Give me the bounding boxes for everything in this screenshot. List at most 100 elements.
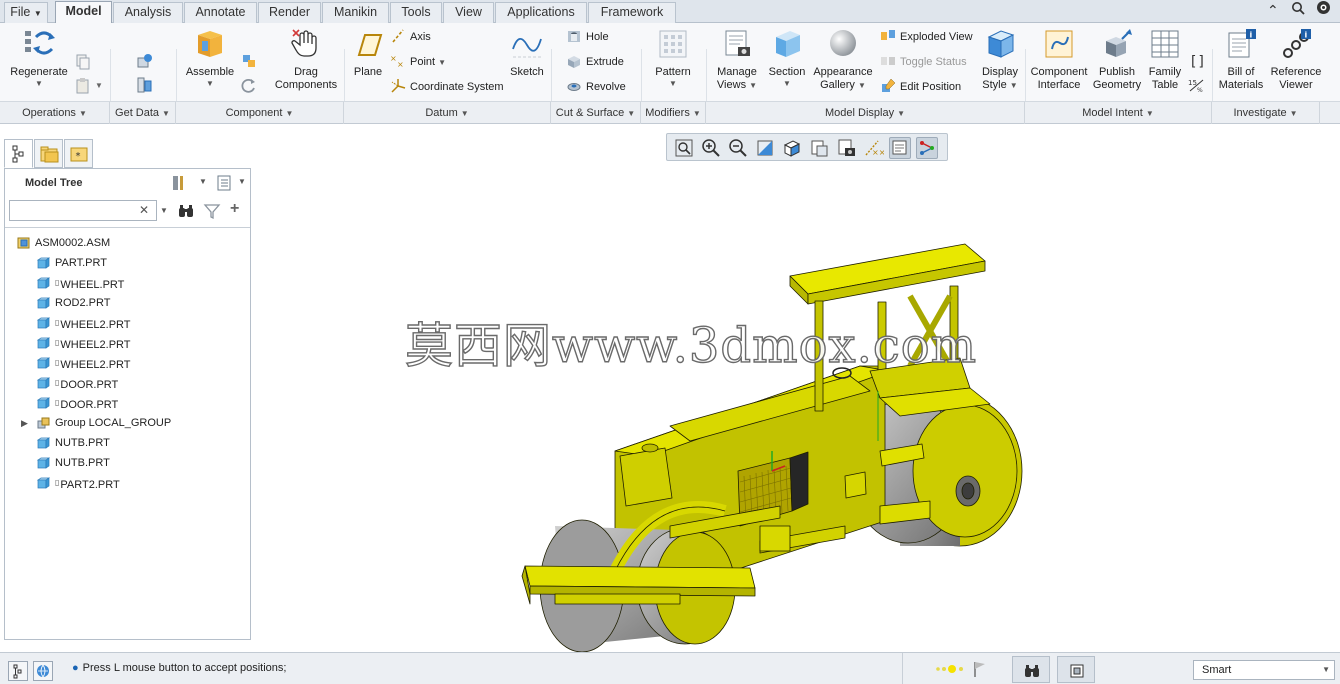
spin-center-button[interactable] bbox=[916, 137, 938, 159]
graphics-window[interactable] bbox=[260, 126, 1340, 653]
group-investigate[interactable]: Investigate ▼ bbox=[1212, 102, 1320, 124]
tree-item[interactable]: PART.PRT bbox=[5, 253, 250, 273]
toggle-status-button[interactable]: Toggle Status bbox=[880, 53, 967, 71]
tab-framework[interactable]: Framework bbox=[588, 2, 676, 23]
filter-icon[interactable] bbox=[203, 202, 221, 220]
clear-search-icon[interactable]: ✕ bbox=[139, 203, 149, 217]
group-operations[interactable]: Operations ▼ bbox=[0, 102, 110, 124]
tree-item[interactable]: ▯WHEEL2.PRT bbox=[5, 353, 250, 373]
revolve-button[interactable]: Revolve bbox=[566, 78, 626, 96]
group-modifiers[interactable]: Modifiers ▼ bbox=[641, 102, 706, 124]
tree-item[interactable]: ▯WHEEL2.PRT bbox=[5, 313, 250, 333]
find-button[interactable] bbox=[1012, 656, 1050, 683]
chevron-down-icon[interactable]: ▼ bbox=[238, 177, 246, 186]
repaint-button[interactable] bbox=[754, 137, 776, 159]
tab-render[interactable]: Render bbox=[258, 2, 321, 23]
component-interface-button[interactable]: Component Interface bbox=[1028, 27, 1090, 92]
perspective-view-button[interactable] bbox=[835, 137, 857, 159]
point-button[interactable]: × × Point ▼ bbox=[390, 53, 446, 71]
tab-folder-browser[interactable] bbox=[34, 139, 63, 168]
group-cut-surface[interactable]: Cut & Surface ▼ bbox=[551, 102, 641, 124]
tree-item[interactable]: ▶ Group LOCAL_GROUP bbox=[5, 413, 250, 433]
tree-item[interactable]: ▯DOOR.PRT bbox=[5, 393, 250, 413]
tree-item[interactable]: ROD2.PRT bbox=[5, 293, 250, 313]
tree-item[interactable]: ▯WHEEL2.PRT bbox=[5, 333, 250, 353]
reference-viewer-button[interactable]: i Reference Viewer bbox=[1268, 27, 1324, 92]
edit-position-button[interactable]: Edit Position bbox=[880, 78, 961, 96]
user-defined-feature-icon[interactable] bbox=[136, 52, 154, 70]
display-style-button[interactable]: Display Style ▼ bbox=[978, 27, 1022, 92]
refit-button[interactable] bbox=[673, 137, 695, 159]
chevron-down-icon[interactable]: ▼ bbox=[160, 206, 168, 215]
exploded-view-button[interactable]: Exploded View bbox=[880, 28, 973, 46]
parameters-icon[interactable]: 15% bbox=[1188, 76, 1206, 94]
tree-item[interactable]: ▯WHEEL.PRT bbox=[5, 273, 250, 293]
tree-item[interactable]: NUTB.PRT bbox=[5, 453, 250, 473]
tree-search-input[interactable] bbox=[9, 200, 157, 221]
show-columns-icon[interactable] bbox=[215, 174, 233, 192]
tree-item[interactable]: ▯PART2.PRT bbox=[5, 473, 250, 493]
axis-button[interactable]: Axis bbox=[390, 28, 431, 46]
family-table-button[interactable]: Family Table bbox=[1145, 27, 1185, 92]
assemble-button[interactable]: Assemble ▼ bbox=[184, 27, 236, 88]
component-interface-label-1: Component bbox=[1030, 66, 1088, 78]
road-roller-model[interactable] bbox=[260, 126, 1340, 653]
paste-icon[interactable] bbox=[74, 77, 92, 95]
toggle-browser-button[interactable] bbox=[33, 661, 53, 681]
find-binoculars-icon[interactable] bbox=[177, 202, 195, 220]
regenerate-button[interactable]: Regenerate ▼ bbox=[8, 27, 70, 88]
plane-button[interactable]: Plane bbox=[348, 27, 388, 79]
tree-item[interactable]: ▯DOOR.PRT bbox=[5, 373, 250, 393]
group-component[interactable]: Component ▼ bbox=[176, 102, 344, 124]
section-button[interactable]: Section ▼ bbox=[765, 27, 809, 88]
tree-item[interactable]: ASM0002.ASM bbox=[5, 233, 250, 253]
group-model-intent[interactable]: Model Intent ▼ bbox=[1025, 102, 1212, 124]
tab-analysis[interactable]: Analysis bbox=[113, 2, 183, 23]
manage-views-button[interactable]: Manage Views ▼ bbox=[712, 27, 762, 92]
pattern-button[interactable]: Pattern ▼ bbox=[650, 27, 696, 88]
group-datum[interactable]: Datum ▼ bbox=[344, 102, 551, 124]
publish-geometry-button[interactable]: Publish Geometry bbox=[1092, 27, 1142, 92]
toggle-navigator-button[interactable] bbox=[8, 661, 28, 681]
component-operations-icon[interactable] bbox=[240, 52, 258, 70]
repeat-icon[interactable] bbox=[240, 77, 258, 95]
tab-favorites[interactable]: * bbox=[64, 139, 93, 168]
appearance-gallery-button[interactable]: Appearance Gallery ▼ bbox=[810, 27, 876, 92]
extrude-button[interactable]: Extrude bbox=[566, 53, 624, 71]
annotation-display-button[interactable] bbox=[889, 137, 911, 159]
group-get-data[interactable]: Get Data ▼ bbox=[110, 102, 176, 124]
tree-item[interactable]: NUTB.PRT bbox=[5, 433, 250, 453]
relations-icon[interactable]: [] bbox=[1188, 52, 1206, 70]
collapse-ribbon-icon[interactable]: ⌃ bbox=[1264, 3, 1282, 19]
chevron-down-icon[interactable]: ▼ bbox=[199, 177, 207, 186]
tab-tools[interactable]: Tools bbox=[390, 2, 442, 23]
tab-applications[interactable]: Applications bbox=[495, 2, 587, 23]
copy-icon[interactable] bbox=[74, 53, 92, 71]
sketch-button[interactable]: Sketch bbox=[506, 27, 548, 79]
zoom-in-button[interactable] bbox=[700, 137, 722, 159]
copy-geometry-icon[interactable] bbox=[136, 76, 154, 94]
bill-of-materials-button[interactable]: i Bill of Materials bbox=[1216, 27, 1266, 92]
flag-icon[interactable] bbox=[972, 660, 988, 678]
zoom-out-button[interactable] bbox=[727, 137, 749, 159]
expand-arrow-icon[interactable]: ▶ bbox=[21, 413, 28, 433]
group-model-display[interactable]: Model Display ▼ bbox=[706, 102, 1025, 124]
tree-settings-icon[interactable] bbox=[170, 174, 188, 192]
search-icon[interactable] bbox=[1289, 1, 1307, 17]
coordinate-system-button[interactable]: Coordinate System bbox=[390, 78, 504, 96]
tab-model-tree[interactable] bbox=[4, 139, 33, 168]
tab-model[interactable]: Model bbox=[55, 1, 112, 23]
tab-annotate[interactable]: Annotate bbox=[184, 2, 257, 23]
selection-filter-button[interactable] bbox=[1057, 656, 1095, 683]
datum-display-button[interactable]: ×× bbox=[862, 137, 885, 159]
hole-button[interactable]: Hole bbox=[566, 28, 609, 46]
view-manager-button[interactable] bbox=[808, 137, 830, 159]
tab-manikin[interactable]: Manikin bbox=[322, 2, 389, 23]
tab-file[interactable]: File ▼ bbox=[4, 2, 48, 23]
add-icon[interactable]: + bbox=[230, 200, 239, 218]
tab-view[interactable]: View bbox=[443, 2, 494, 23]
saved-orientations-button[interactable] bbox=[781, 137, 803, 159]
selection-filter-dropdown[interactable]: Smart ▼ bbox=[1193, 660, 1335, 680]
drag-components-button[interactable]: Drag Components bbox=[272, 27, 340, 92]
help-icon[interactable] bbox=[1314, 0, 1332, 16]
